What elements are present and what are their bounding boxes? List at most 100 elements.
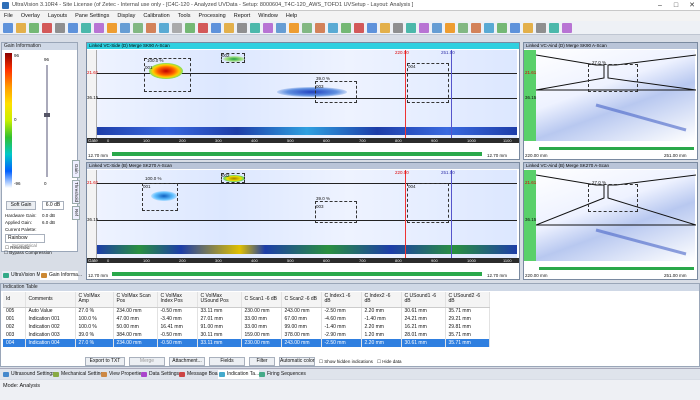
menu-file[interactable]: File [0, 11, 17, 21]
column-header[interactable]: C VolMax Index Pos [157, 292, 198, 308]
symmetrical-checkbox[interactable]: Symmetrical [12, 243, 37, 248]
column-header[interactable]: C USound1 -6 dB [401, 292, 446, 308]
table-row[interactable]: 005 Auto Value 27.0 % 234.00 mm -0.50 mm 33.1… [3, 307, 490, 315]
toolbar-button-icon[interactable] [133, 23, 143, 33]
toolbar-button-icon[interactable] [42, 23, 52, 33]
column-header[interactable]: Id [3, 292, 26, 308]
toolbar-button-icon[interactable] [367, 23, 377, 33]
toolbar-button-icon[interactable] [94, 23, 104, 33]
menu-calibration[interactable]: Calibration [139, 11, 173, 21]
toolbar-button-icon[interactable] [484, 23, 494, 33]
toolbar-button-icon[interactable] [120, 23, 130, 33]
bottom-scan-view[interactable]: Linked VC-Side (B) Merge SK270 A-Scan 21… [86, 162, 520, 280]
menu-overlay[interactable]: Overlay [17, 11, 44, 21]
toolbar-button-icon[interactable] [471, 23, 481, 33]
gain-slider-thumb[interactable] [44, 113, 50, 117]
column-header[interactable]: Comments [25, 292, 76, 308]
tab-message-board[interactable]: Message Board [178, 370, 222, 379]
toolbar-button-icon[interactable] [198, 23, 208, 33]
toolbar-button-icon[interactable] [250, 23, 260, 33]
top-indication-box-004[interactable] [407, 63, 449, 103]
palette-dropdown[interactable]: Rainbow [5, 234, 45, 243]
toolbar-button-icon[interactable] [146, 23, 156, 33]
column-header[interactable]: C Scan2 -6 dB [281, 292, 322, 308]
column-header[interactable]: C Scan1 -6 dB [241, 292, 282, 308]
column-header[interactable]: C Index1 -6 dB [321, 292, 362, 308]
toolbar-button-icon[interactable] [289, 23, 299, 33]
bottom-cursor-red[interactable] [405, 170, 406, 261]
maximize-button[interactable]: □ [668, 0, 684, 11]
top-indication-box-001[interactable] [144, 58, 191, 92]
menu-window[interactable]: Window [254, 11, 282, 21]
toolbar-button-icon[interactable] [549, 23, 559, 33]
hide-data-checkbox[interactable]: ☐ Hide data [377, 359, 402, 365]
top-scan-view[interactable]: Linked VC-Side (D) Merge SK90 A-Scan 21.… [86, 42, 520, 160]
menu-processing[interactable]: Processing [195, 11, 230, 21]
export-txt-button[interactable]: Export to TXT [85, 357, 125, 366]
toolbar-button-icon[interactable] [224, 23, 234, 33]
toolbar-button-icon[interactable] [510, 23, 520, 33]
menu-layouts[interactable]: Layouts [44, 11, 71, 21]
column-header[interactable]: C Index2 -6 dB [361, 292, 402, 308]
toolbar-button-icon[interactable] [419, 23, 429, 33]
toolbar-button-icon[interactable] [523, 23, 533, 33]
bottom-side-bar[interactable] [539, 267, 694, 270]
tab-gain-information[interactable]: Gain Informa... [40, 271, 82, 280]
menu-help[interactable]: Help [282, 11, 301, 21]
bottom-scan-position-bar[interactable] [112, 272, 482, 276]
table-row[interactable]: 001 Indication 001 100.0 % 47.00 mm -3.40 mm… [3, 315, 490, 323]
toolbar-button-icon[interactable] [302, 23, 312, 33]
tab-ultrasound-settings[interactable]: Ultrasound Settings [2, 370, 55, 379]
table-row[interactable]: 002 Indication 002 100.0 % 50.00 mm 16.41 mm… [3, 323, 490, 331]
automatic-color-button[interactable]: Automatic color [279, 357, 315, 366]
bypass-checkbox[interactable]: ☐ Bypass Compression [4, 250, 52, 256]
soft-gain-input[interactable]: 6.0 dB [42, 201, 64, 210]
side-tab-gain[interactable]: Gain [72, 160, 80, 178]
top-cursor-blue[interactable] [451, 50, 452, 141]
fields-button[interactable]: Fields [209, 357, 245, 366]
tab-firing-sequences[interactable]: Firing Sequences [258, 370, 306, 379]
toolbar-button-icon[interactable] [211, 23, 221, 33]
toolbar-button-icon[interactable] [172, 23, 182, 33]
close-button[interactable]: ✕ [684, 0, 700, 11]
top-cursor-red[interactable] [405, 50, 406, 141]
side-tab-threshold[interactable]: Threshold [72, 180, 80, 204]
show-hidden-checkbox[interactable]: ☐ Show hidden indications [319, 359, 373, 365]
attachment-button[interactable]: Attachment... [169, 357, 205, 366]
toolbar-button-icon[interactable] [68, 23, 78, 33]
toolbar-button-icon[interactable] [237, 23, 247, 33]
top-scan-position-bar[interactable] [112, 152, 482, 156]
toolbar-button-icon[interactable] [159, 23, 169, 33]
toolbar-button-icon[interactable] [562, 23, 572, 33]
tab-mechanical-settings[interactable]: Mechanical Settings [52, 370, 106, 379]
toolbar-button-icon[interactable] [497, 23, 507, 33]
toolbar-button-icon[interactable] [263, 23, 273, 33]
column-header[interactable]: C VolMax Scan Pos [113, 292, 158, 308]
top-side-bar[interactable] [539, 147, 694, 150]
column-header[interactable]: C USound2 -6 dB [445, 292, 490, 308]
side-tab-ref[interactable]: Ref [72, 206, 80, 220]
toolbar-button-icon[interactable] [107, 23, 117, 33]
toolbar-button-icon[interactable] [341, 23, 351, 33]
merge-button[interactable]: Merge [129, 357, 165, 366]
toolbar-button-icon[interactable] [393, 23, 403, 33]
toolbar-button-icon[interactable] [536, 23, 546, 33]
top-side-view[interactable]: Linked VC-Aind (D) Merge SK90 A-Scan 27.… [523, 42, 698, 160]
toolbar-button-icon[interactable] [406, 23, 416, 33]
toolbar-button-icon[interactable] [354, 23, 364, 33]
top-side-indication-box[interactable] [588, 64, 638, 92]
minimize-button[interactable]: – [652, 0, 668, 11]
toolbar-button-icon[interactable] [3, 23, 13, 33]
column-header[interactable]: C VolMax USound Pos [197, 292, 242, 308]
tab-indication-table[interactable]: Indication Ta... [218, 370, 260, 379]
menu-tools[interactable]: Tools [174, 11, 195, 21]
toolbar-button-icon[interactable] [315, 23, 325, 33]
table-row[interactable]: 004 Indication 004 27.0 % 234.00 mm -0.50 mm… [3, 339, 490, 347]
toolbar-button-icon[interactable] [445, 23, 455, 33]
bottom-side-view[interactable]: Linked VC-Aind (B) Merge SK270 A-Scan 27… [523, 162, 698, 280]
toolbar-button-icon[interactable] [432, 23, 442, 33]
column-header[interactable]: C VolMax Amp [75, 292, 114, 308]
tab-view-properties[interactable]: View Properties [100, 370, 144, 379]
tab-ultravision-m[interactable]: UltraVision M... [2, 271, 45, 280]
toolbar-button-icon[interactable] [276, 23, 286, 33]
